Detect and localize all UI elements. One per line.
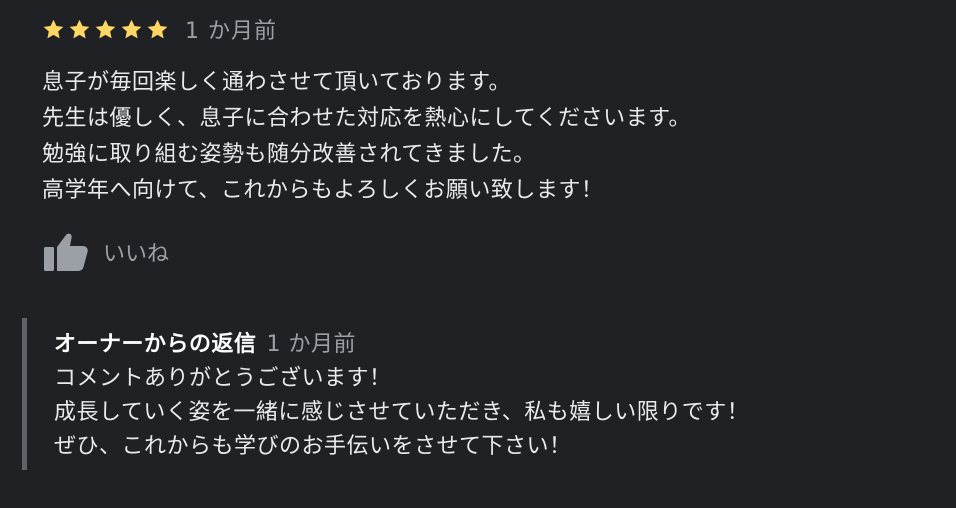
like-button[interactable]: いいね: [43, 232, 169, 272]
owner-reply-line: ぜひ、これからも学びのお手伝いをさせて下さい！: [54, 434, 572, 459]
review-text-line: 勉強に取り組む姿勢も随分改善されてきました。: [42, 142, 536, 167]
owner-reply-header: オーナーからの返信 1 か月前: [54, 328, 749, 362]
like-label: いいね: [103, 242, 170, 267]
review-text-line: 先生は優しく、息子に合わせた対応を熱心にしてくださいます。: [42, 106, 691, 131]
star-icon: [94, 18, 117, 41]
owner-reply-title: オーナーからの返信: [54, 332, 257, 357]
star-rating: [42, 18, 169, 41]
review-card: 1 か月前 息子が毎回楽しく通わさせて頂いております。 先生は優しく、息子に合わ…: [0, 0, 956, 508]
review-text: 息子が毎回楽しく通わさせて頂いております。 先生は優しく、息子に合わせた対応を熱…: [42, 65, 942, 209]
owner-reply: オーナーからの返信 1 か月前 コメントありがとうございます！ 成長していく姿を…: [22, 318, 927, 470]
star-icon: [68, 18, 91, 41]
review-text-line: 高学年へ向けて、これからもよろしくお願い致します！: [42, 178, 604, 203]
star-icon: [120, 18, 143, 41]
rating-row: 1 か月前: [42, 12, 942, 46]
thumbs-up-icon: [44, 233, 88, 271]
star-icon: [42, 18, 65, 41]
owner-reply-line: 成長していく姿を一緒に感じさせていただき、私も嬉しい限りです！: [54, 400, 750, 425]
owner-reply-content: オーナーからの返信 1 か月前 コメントありがとうございます！ 成長していく姿を…: [54, 328, 749, 464]
star-icon: [146, 18, 169, 41]
owner-reply-time: 1 か月前: [266, 332, 357, 357]
review-text-line: 息子が毎回楽しく通わさせて頂いております。: [42, 70, 511, 95]
review-time: 1 か月前: [185, 19, 277, 44]
review: 1 か月前 息子が毎回楽しく通わさせて頂いております。 先生は優しく、息子に合わ…: [42, 12, 942, 209]
owner-reply-line: コメントありがとうございます！: [54, 366, 392, 391]
